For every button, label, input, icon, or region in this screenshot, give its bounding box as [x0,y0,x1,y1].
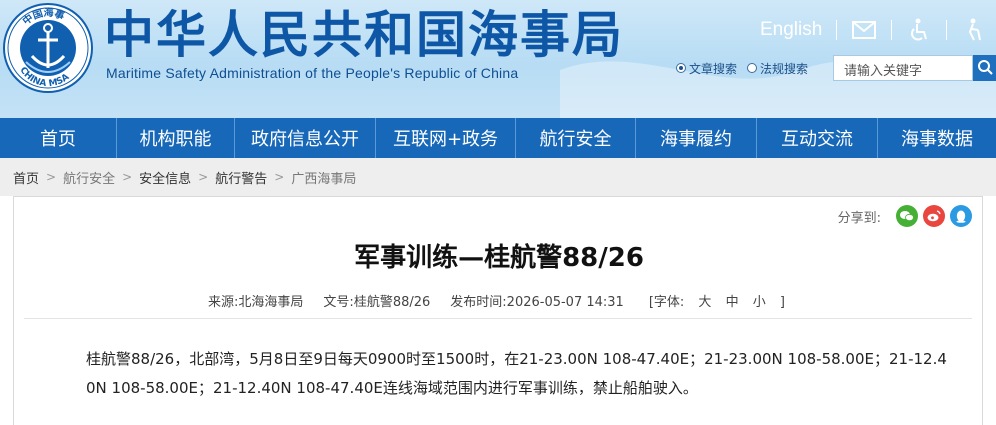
top-links-divider [891,20,893,40]
breadcrumb-warnings[interactable]: 航行警告 [215,168,267,187]
search-option-articles[interactable]: 文章搜索 [676,60,737,77]
article-card: 分享到: 军事训练—桂航警88/26 来源:北海海事局 文号:桂航警88/26 … [13,196,983,425]
qq-icon[interactable] [950,205,972,227]
elderly-mode-icon[interactable] [961,18,987,42]
site-header: CHINA MSA 中国海事 中华人民共和国海事局 Maritime Safet… [0,0,996,118]
chevron-right-icon: > [122,170,133,184]
nav-item-home[interactable]: 首页 [0,118,117,158]
breadcrumb-safety-info[interactable]: 安全信息 [139,168,191,187]
article-meta: 来源:北海海事局 文号:桂航警88/26 发布时间:2026-05-07 14:… [14,291,984,310]
chevron-right-icon: > [198,170,209,184]
accessibility-icon[interactable] [906,18,932,42]
top-links-divider [946,20,948,40]
search-area: 文章搜索 法规搜索 请输入关键字 [676,55,996,81]
nav-item-compliance[interactable]: 海事履约 [636,118,757,158]
nav-item-navigation-safety[interactable]: 航行安全 [516,118,636,158]
nav-item-data[interactable]: 海事数据 [878,118,996,158]
meta-divider [24,318,972,319]
radio-selected-icon [676,63,686,73]
breadcrumb-home[interactable]: 首页 [13,168,39,187]
article-body: 桂航警88/26，北部湾，5月8日至9日每天0900时至1500时，在21-23… [86,350,947,397]
radio-icon [747,63,758,73]
search-button[interactable] [973,55,996,81]
search-option-regulations[interactable]: 法规搜索 [747,60,808,77]
font-size-large[interactable]: 大 [698,295,711,310]
wechat-icon[interactable] [896,205,918,227]
font-size-switcher: [字体: 大 中 小 ] [648,295,785,310]
meta-source: 来源:北海海事局 [208,295,304,310]
search-input[interactable]: 请输入关键字 [833,55,973,81]
nav-item-interaction[interactable]: 互动交流 [757,118,878,158]
weibo-icon[interactable] [923,205,945,227]
font-size-small[interactable]: 小 [753,295,766,310]
site-title-en: Maritime Safety Administration of the Pe… [106,65,519,81]
site-title-cn: 中华人民共和国海事局 [104,6,624,64]
nav-item-functions[interactable]: 机构职能 [117,118,235,158]
search-icon [978,60,993,75]
mail-icon[interactable] [851,18,877,42]
main-nav: 首页 机构职能 政府信息公开 互联网+政务 航行安全 海事履约 互动交流 海事数… [0,118,996,158]
top-links: English [760,14,987,46]
chevron-right-icon: > [46,170,57,184]
nav-item-gov-info[interactable]: 政府信息公开 [235,118,376,158]
font-size-medium[interactable]: 中 [726,295,739,310]
english-link[interactable]: English [760,19,822,41]
top-links-divider [836,20,838,40]
nav-item-internet-gov[interactable]: 互联网+政务 [376,118,516,158]
share-bar: 分享到: [838,205,972,227]
chevron-right-icon: > [274,170,285,184]
article-title: 军事训练—桂航警88/26 [354,243,644,273]
meta-doc-number: 文号:桂航警88/26 [323,295,431,310]
meta-publish-date: 发布时间:2026-05-07 14:31 [450,295,624,310]
breadcrumb: 首页 > 航行安全 > 安全信息 > 航行警告 > 广西海事局 [0,158,996,196]
share-label: 分享到: [837,210,881,226]
china-msa-logo[interactable]: CHINA MSA 中国海事 [2,2,94,94]
breadcrumb-navigation-safety[interactable]: 航行安全 [63,168,115,187]
breadcrumb-guangxi-msa[interactable]: 广西海事局 [291,168,356,187]
